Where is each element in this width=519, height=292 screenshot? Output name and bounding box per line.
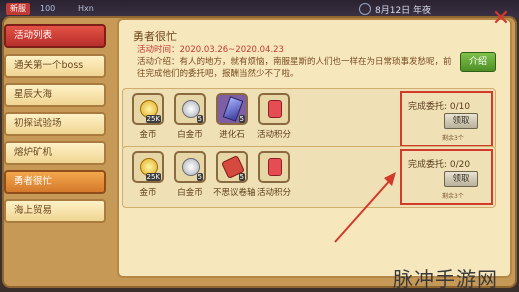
watermark: 脉冲手游网 (393, 267, 498, 291)
annotation-arrow-icon (334, 172, 396, 243)
